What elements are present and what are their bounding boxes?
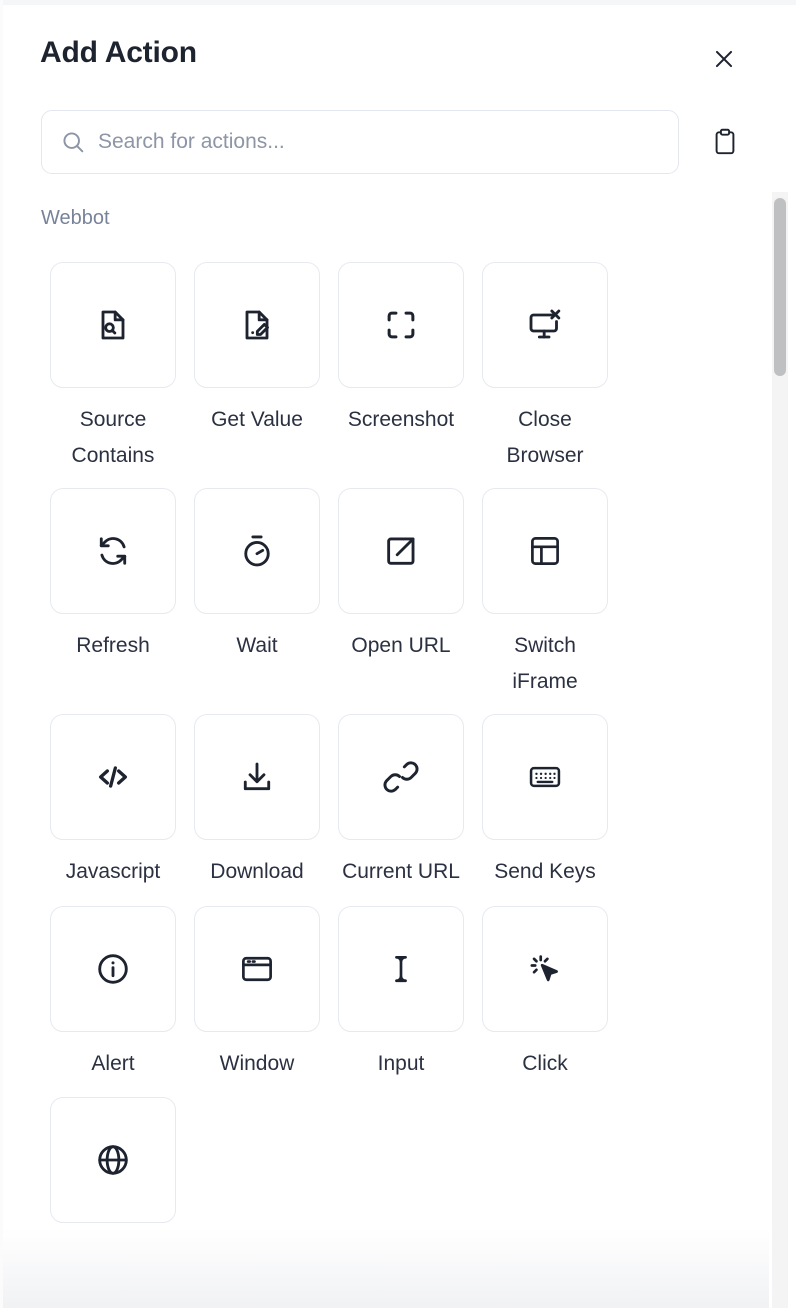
action-tile-get-value[interactable]: [194, 262, 320, 388]
actions-grid: Source Contains Get Value Screenshot Clo…: [41, 262, 661, 1237]
add-action-panel: Add Action Search for actions... Webbot …: [0, 0, 800, 1308]
keyboard-icon: [526, 758, 564, 796]
action-label: Alert: [91, 1051, 135, 1075]
action-label: Javascript: [65, 860, 161, 884]
action-cell: Alert: [41, 905, 185, 1082]
layout-panel-icon: [527, 533, 563, 569]
action-tile-screenshot[interactable]: [338, 262, 464, 388]
search-field-wrapper[interactable]: [41, 110, 679, 174]
actions-grid-row: Refresh Wait Open URL Switch iFrame: [41, 488, 661, 700]
action-cell: Send Keys: [473, 714, 617, 890]
refresh-cw-icon: [94, 532, 132, 570]
close-button[interactable]: [708, 44, 740, 76]
code-brackets-icon: [93, 757, 133, 797]
action-label: Current URL: [342, 860, 460, 884]
action-tile-wait[interactable]: [194, 488, 320, 615]
action-label: Wait: [236, 634, 278, 658]
action-tile-input[interactable]: [338, 905, 464, 1032]
browser-window-icon: [238, 950, 276, 988]
action-tile-refresh[interactable]: [50, 488, 176, 615]
action-label: Close Browser: [506, 408, 584, 468]
download-icon: [238, 758, 276, 796]
action-cell: Refresh: [41, 488, 185, 700]
action-label: Get Value: [211, 408, 303, 431]
search-row: [0, 110, 800, 176]
action-cell: Close Browser: [473, 262, 617, 474]
info-circle-icon: [94, 950, 132, 988]
actions-grid-row: Source Contains Get Value Screenshot Clo…: [41, 262, 661, 474]
action-tile-window[interactable]: [194, 905, 320, 1032]
paste-from-clipboard-button[interactable]: [706, 126, 744, 160]
action-cell: Source Contains: [41, 262, 185, 474]
external-link-icon: [382, 532, 420, 570]
action-cell: Window: [185, 905, 329, 1082]
monitor-x-icon: [525, 305, 565, 345]
action-tile-alert[interactable]: [50, 905, 176, 1032]
action-cell: Open URL: [329, 488, 473, 700]
action-label: Window: [219, 1051, 295, 1075]
action-cell: Switch iFrame: [473, 488, 617, 700]
action-label: Refresh: [76, 634, 150, 658]
panel-right-edge: [796, 0, 800, 1308]
row-spacer: [41, 1082, 661, 1097]
action-cell: Javascript: [41, 714, 185, 890]
action-tile-click[interactable]: [482, 905, 608, 1032]
action-label: Send Keys: [494, 860, 596, 884]
page-title: Add Action: [40, 36, 197, 69]
file-pen-icon: [237, 305, 277, 345]
action-tile-open-url[interactable]: [338, 488, 464, 615]
row-spacer: [41, 474, 661, 488]
action-label: Screenshot: [347, 408, 455, 431]
clipboard-icon: [712, 128, 738, 159]
file-search-icon: [93, 305, 133, 345]
action-tile-current-url[interactable]: [338, 714, 464, 841]
action-label: Click: [522, 1051, 568, 1075]
action-label: Input: [377, 1051, 425, 1075]
group-label-webbot: Webbot: [41, 207, 110, 229]
close-icon: [711, 46, 737, 75]
search-input[interactable]: [98, 130, 660, 154]
actions-scroll-area[interactable]: Webbot Source Contains Get Value Screens…: [0, 190, 800, 1308]
crop-frame-icon: [382, 306, 420, 344]
action-tile-send-keys[interactable]: [482, 714, 608, 841]
action-cell: Click: [473, 905, 617, 1082]
action-tile-close-browser[interactable]: [482, 262, 608, 388]
scrollbar-thumb[interactable]: [774, 198, 786, 376]
action-label: Download: [210, 860, 304, 884]
action-label: Source Contains: [71, 408, 155, 468]
actions-grid-row: Alert Window Input Click: [41, 905, 661, 1082]
action-tile-switch-iframe[interactable]: [482, 488, 608, 615]
text-cursor-icon: [382, 950, 420, 988]
stopwatch-icon: [238, 532, 276, 570]
action-tile-download[interactable]: [194, 714, 320, 841]
action-tile-javascript[interactable]: [50, 714, 176, 841]
action-cell: Download: [185, 714, 329, 890]
action-cell: Input: [329, 905, 473, 1082]
action-tile-globe[interactable]: [50, 1096, 176, 1223]
action-cell: Current URL: [329, 714, 473, 890]
action-tile-source-contains[interactable]: [50, 262, 176, 388]
action-cell: Screenshot: [329, 262, 473, 474]
cursor-click-icon: [526, 950, 564, 988]
action-label: Open URL: [351, 634, 451, 658]
action-cell: [41, 1096, 185, 1237]
actions-grid-row: [41, 1096, 661, 1237]
link-chain-icon: [382, 758, 420, 796]
actions-grid-row: Javascript Download Current URL Send Key…: [41, 714, 661, 890]
search-icon: [60, 129, 86, 155]
action-cell: Wait: [185, 488, 329, 700]
row-spacer: [41, 891, 661, 906]
row-spacer: [41, 700, 661, 714]
dialog-header: Add Action: [0, 5, 800, 95]
globe-icon: [94, 1141, 132, 1179]
action-cell: Get Value: [185, 262, 329, 474]
action-label: Switch iFrame: [512, 634, 578, 694]
